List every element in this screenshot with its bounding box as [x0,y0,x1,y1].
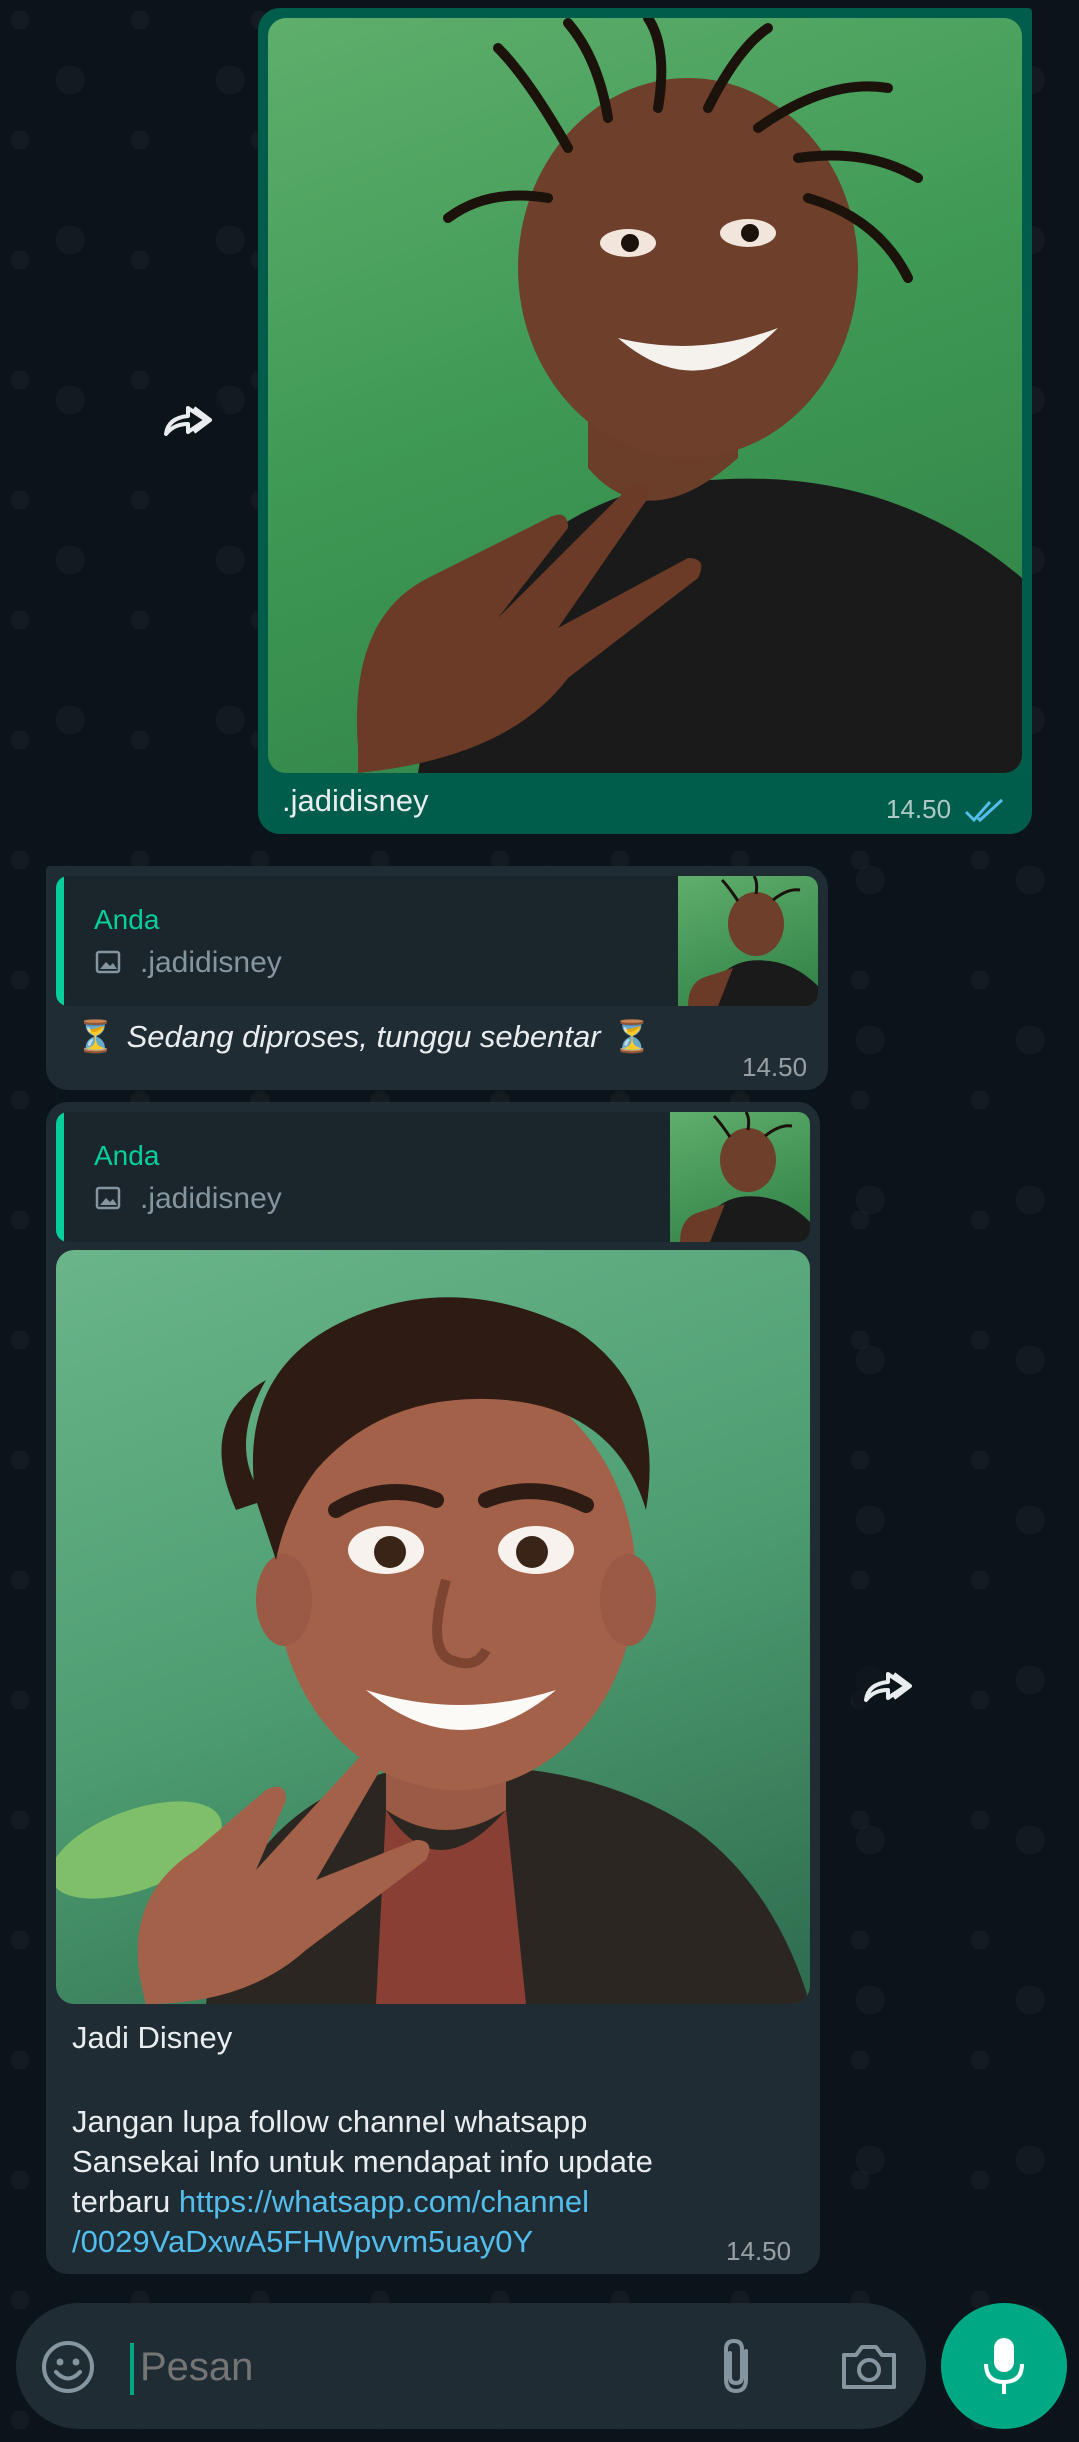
forward-button[interactable] [150,382,226,458]
hourglass-icon: ⏳ [76,1019,115,1054]
image-icon [95,1186,121,1210]
image-icon [95,950,121,974]
incoming-result-message[interactable]: Anda .jadidisney Jadi Disney Jangan lupa… [46,1102,820,2274]
mic-button[interactable] [941,2303,1067,2429]
quote-text: .jadidisney [140,946,282,979]
quote-author: Anda [94,904,160,935]
selfie-photo[interactable] [268,18,1022,773]
message-input[interactable] [138,2333,702,2401]
forward-icon [164,406,212,436]
quote-accent-bar [56,1112,64,1242]
message-composer [16,2303,926,2429]
camera-icon[interactable] [840,2341,898,2391]
quote-thumbnail [670,1112,810,1242]
cartoon-illustration [56,1297,810,2004]
quoted-message[interactable]: Anda .jadidisney [56,876,818,1006]
quote-text: .jadidisney [140,1182,282,1215]
processing-text: ⏳ Sedang diproses, tunggu sebentar ⏳ [76,1018,652,1055]
quote-accent-bar [56,876,64,1006]
forward-icon [864,1672,912,1702]
result-title: Jadi Disney [72,2020,233,2055]
outgoing-photo-message[interactable]: .jadidisney 14.50 [258,8,1032,834]
selfie-illustration [356,18,1022,773]
quoted-message[interactable]: Anda .jadidisney [56,1112,810,1242]
attach-icon[interactable] [716,2337,760,2397]
message-time: 14.50 [726,2236,792,2266]
quote-author: Anda [94,1140,160,1171]
forward-button[interactable] [850,1648,926,1724]
quote-thumbnail [678,876,818,1006]
emoji-icon[interactable] [40,2339,96,2395]
double-check-icon [964,798,1004,823]
result-body: Jangan lupa follow channel whatsapp Sans… [72,2104,653,2259]
message-time: 14.50 [742,1052,808,1082]
channel-link[interactable]: https://whatsapp.com/channel [179,2184,589,2219]
incoming-processing-message[interactable]: Anda .jadidisney ⏳ Sedang diproses, tung… [46,866,828,1090]
disney-style-photo[interactable] [56,1250,810,2004]
text-cursor [130,2343,134,2395]
hourglass-icon: ⏳ [612,1019,652,1054]
mic-icon [984,2338,1024,2394]
photo-caption: .jadidisney [282,783,429,818]
message-time: 14.50 [886,794,952,824]
channel-link-cont[interactable]: /0029VaDxwA5FHWpvvm5uay0Y [72,2224,533,2259]
